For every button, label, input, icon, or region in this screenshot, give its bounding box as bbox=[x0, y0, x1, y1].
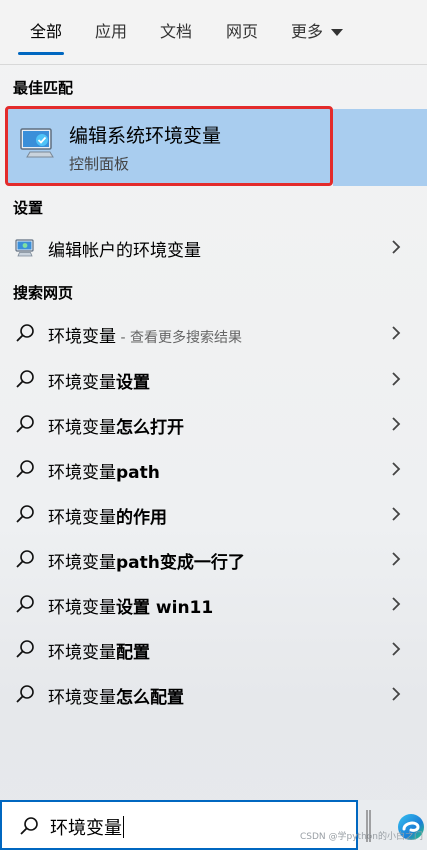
settings-result-label: 编辑帐户的环境变量 bbox=[48, 241, 201, 261]
web-search-heading: 搜索网页 bbox=[13, 284, 74, 302]
tab-all[interactable]: 全部 bbox=[30, 18, 62, 42]
search-input-value: 环境变量 bbox=[50, 818, 122, 839]
web-result-suggestion: 的作用 bbox=[116, 508, 167, 528]
web-result-prefix: 环境变量 bbox=[48, 418, 116, 438]
settings-heading: 设置 bbox=[13, 199, 44, 217]
chevron-right-icon bbox=[392, 372, 401, 386]
web-result[interactable]: 环境变量怎么配置 bbox=[0, 673, 427, 715]
search-icon bbox=[16, 415, 34, 433]
taskbar-area bbox=[358, 800, 427, 850]
web-result-prefix: 环境变量 bbox=[48, 508, 116, 528]
chevron-down-icon bbox=[331, 29, 344, 36]
web-result[interactable]: 环境变量 - 查看更多搜索结果 bbox=[0, 312, 427, 354]
chevron-right-icon bbox=[392, 597, 401, 611]
settings-result[interactable]: 编辑帐户的环境变量 bbox=[0, 226, 427, 268]
tab-more-label: 更多 bbox=[291, 22, 324, 41]
web-result-prefix: 环境变量 bbox=[48, 553, 116, 573]
search-icon bbox=[16, 370, 34, 388]
chevron-right-icon bbox=[392, 642, 401, 656]
search-icon bbox=[16, 324, 34, 342]
web-result[interactable]: 环境变量配置 bbox=[0, 628, 427, 670]
search-input[interactable]: 环境变量 bbox=[50, 814, 124, 840]
web-result[interactable]: 环境变量的作用 bbox=[0, 493, 427, 535]
web-result-note: - 查看更多搜索结果 bbox=[116, 330, 242, 346]
web-result-prefix: 环境变量 bbox=[48, 327, 116, 347]
tab-documents[interactable]: 文档 bbox=[160, 18, 192, 42]
web-result-suggestion: 怎么配置 bbox=[116, 688, 184, 708]
web-result-prefix: 环境变量 bbox=[48, 373, 116, 393]
active-tab-indicator bbox=[18, 52, 64, 55]
chevron-right-icon bbox=[392, 417, 401, 431]
web-result[interactable]: 环境变量path bbox=[0, 448, 427, 490]
filter-tabs: 全部 应用 文档 网页 更多 bbox=[0, 0, 427, 64]
best-match-heading: 最佳匹配 bbox=[13, 79, 74, 97]
web-result-prefix: 环境变量 bbox=[48, 463, 116, 483]
chevron-right-icon bbox=[392, 326, 401, 340]
web-result[interactable]: 环境变量path变成一行了 bbox=[0, 538, 427, 580]
text-cursor bbox=[123, 816, 124, 838]
tabs-divider bbox=[0, 64, 427, 65]
web-result-suggestion: path变成一行了 bbox=[116, 553, 245, 573]
chevron-right-icon bbox=[392, 462, 401, 476]
monitor-settings-icon bbox=[15, 239, 34, 257]
search-icon bbox=[20, 817, 38, 835]
web-result-suggestion: 设置 win11 bbox=[116, 598, 214, 618]
web-result[interactable]: 环境变量怎么打开 bbox=[0, 403, 427, 445]
tab-apps[interactable]: 应用 bbox=[95, 18, 127, 42]
search-icon bbox=[16, 505, 34, 523]
watermark: CSDN @学python的小白之门 bbox=[299, 832, 423, 842]
monitor-checkmark-icon bbox=[20, 128, 54, 158]
chevron-right-icon bbox=[392, 687, 401, 701]
best-match-subtitle: 控制面板 bbox=[69, 155, 130, 173]
tab-web[interactable]: 网页 bbox=[226, 18, 258, 42]
best-match-extension bbox=[333, 109, 427, 186]
search-icon bbox=[16, 550, 34, 568]
web-result-prefix: 环境变量 bbox=[48, 688, 116, 708]
web-result-suggestion: 配置 bbox=[116, 643, 150, 663]
web-result-suggestion: path bbox=[116, 463, 160, 483]
web-result-suggestion: 怎么打开 bbox=[116, 418, 184, 438]
web-result[interactable]: 环境变量设置 win11 bbox=[0, 583, 427, 625]
best-match-result[interactable]: 编辑系统环境变量 控制面板 bbox=[5, 106, 333, 186]
search-icon bbox=[16, 640, 34, 658]
web-result[interactable]: 环境变量设置 bbox=[0, 358, 427, 400]
chevron-right-icon bbox=[392, 552, 401, 566]
web-result-prefix: 环境变量 bbox=[48, 598, 116, 618]
tab-more[interactable]: 更多 bbox=[291, 18, 344, 42]
best-match-title: 编辑系统环境变量 bbox=[69, 125, 222, 147]
chevron-right-icon bbox=[392, 507, 401, 521]
search-icon bbox=[16, 595, 34, 613]
search-box[interactable]: 环境变量 bbox=[0, 800, 358, 850]
chevron-right-icon bbox=[392, 240, 401, 254]
search-icon bbox=[16, 460, 34, 478]
web-result-suggestion: 设置 bbox=[116, 373, 150, 393]
search-icon bbox=[16, 685, 34, 703]
web-result-prefix: 环境变量 bbox=[48, 643, 116, 663]
